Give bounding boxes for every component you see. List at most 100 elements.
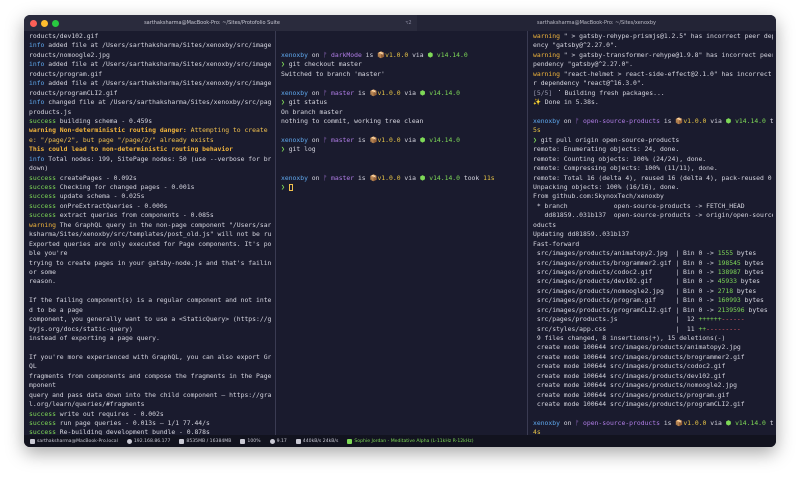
terminal-line: info added file at /Users/sarthaksharma/… — [29, 60, 271, 69]
terminal-line: fragments from components and compose th… — [29, 372, 271, 381]
terminal-text: QL — [29, 362, 37, 371]
terminal-text: git status — [284, 98, 328, 107]
terminal-text: 138987 — [717, 267, 741, 276]
terminal-text: The GraphQL query in the non-page compon… — [55, 220, 271, 229]
terminal-text: git checkout master — [284, 60, 362, 69]
terminal-text: oducts — [533, 220, 557, 229]
terminal-text: --------- — [706, 324, 741, 333]
terminal-line: Fast-forward — [533, 240, 773, 249]
terminal-text: ᚠ master — [323, 88, 355, 97]
terminal-text: 📦v1.0.0 — [377, 50, 409, 59]
terminal-line: Updating dd81859..031b137 — [533, 230, 773, 239]
terminal-line: src/images/products/dev102.gif | Bin 0 -… — [533, 277, 773, 286]
terminal-text: pendency "gatsby@^2.27.0". — [533, 60, 634, 69]
terminal-line: oducts — [533, 221, 773, 230]
terminal-line: roducts/dev102.gif — [29, 32, 271, 41]
terminal-text: d to be a page — [29, 305, 83, 314]
terminal-line: On branch master — [281, 108, 523, 117]
terminal-text: bytes — [740, 296, 764, 305]
terminal-text: bytes — [733, 286, 757, 295]
terminal-text: info — [29, 98, 45, 107]
terminal-pane-git-pull[interactable]: warning " > gatsby-rehype-prismjs@1.2.5"… — [528, 31, 776, 435]
status-battery: 100% — [240, 438, 261, 444]
terminal-text: If the failing component(s) is a regular… — [29, 296, 271, 305]
terminal-line: warning "react-helmet > react-side-effec… — [533, 70, 773, 79]
terminal-text: bytes — [740, 267, 764, 276]
terminal-line: l.org/learn/queries/#fragments — [29, 400, 271, 409]
terminal-line: ❯ git log — [281, 145, 523, 154]
terminal-text: bytes — [740, 258, 764, 267]
terminal-line: products.js — [29, 108, 271, 117]
terminal-text: remote: Compressing objects: 100% (11/11… — [533, 164, 718, 173]
terminal-text: r dependency "react@^16.3.0". — [533, 79, 645, 88]
terminal-text: ⠈ Building fresh packages... — [556, 88, 665, 97]
terminal-line: [5/5] ⠈ Building fresh packages... — [533, 89, 773, 98]
terminal-line: remote: Compressing objects: 100% (11/11… — [533, 164, 773, 173]
terminal-text: ᚠ darkMode — [323, 50, 362, 59]
terminal-text: building schema - 0.459s — [55, 116, 153, 125]
terminal-text: via — [400, 88, 420, 97]
terminal-pane-git[interactable]: xenoxby on ᚠ darkMode is 📦v1.0.0 via ⬢ v… — [276, 31, 526, 435]
terminal-line: success onPreExtractQueries - 0.000s — [29, 202, 271, 211]
terminal-text: ✨ Done in 5.38s. — [533, 98, 599, 107]
terminal-text: roducts/programCLI2.gif — [29, 88, 118, 97]
terminal-line: Unpacking objects: 100% (16/16), done. — [533, 183, 773, 192]
terminal-line: ✨ Done in 5.38s. — [533, 98, 773, 107]
terminal-text: warning — [533, 69, 560, 78]
tab-xenoxby[interactable]: sarthaksharma@MacBook-Pro: ~/Sites/xenox… — [417, 15, 776, 31]
terminal-text: " > gatsby-transformer-rehype@1.9.8" has… — [559, 50, 773, 59]
terminal-text: e: "/page/2", but page "/page/2/" alread… — [29, 135, 214, 144]
terminal-text: success — [29, 192, 56, 201]
terminal-text: ++ — [698, 324, 707, 333]
terminal-text: dd81859..031b137 open-source-products ->… — [533, 211, 773, 220]
terminal-line: src/images/products/program.gif | Bin 0 … — [533, 296, 773, 305]
terminal-pane-gatsby-develop[interactable]: roducts/dev102.gif info added file at /Us… — [24, 31, 274, 435]
status-now-playing: Sophie Jordan - Meditative Alpha (L-11kH… — [347, 438, 474, 444]
terminal-text: added file at /Users/sarthaksharma/Sites… — [44, 41, 271, 50]
terminal-text: 5s — [533, 126, 541, 135]
terminal-line: ❯ git pull origin open-source-products — [533, 136, 773, 145]
terminal-text: changed file at /Users/sarthaksharma/Sit… — [44, 98, 271, 107]
terminal-text: fragments from components and compose th… — [29, 371, 271, 380]
terminal-text: ᚠ open-source-products — [575, 116, 660, 125]
terminal-text: on — [307, 173, 324, 182]
terminal-text: success — [29, 116, 56, 125]
tab-protofolio-suite[interactable]: sarthaksharma@MacBook-Pro: ~/Sites/Proto… — [24, 15, 400, 31]
status-cpu-text: 9.17 — [276, 438, 287, 444]
terminal-text: roducts/nomoogle2.jpg — [29, 50, 110, 59]
terminal-text: ⬢ v14.14.0 — [725, 418, 766, 427]
terminal-line: ❯ git status — [281, 98, 523, 107]
battery-icon — [240, 438, 246, 444]
user-icon — [30, 438, 35, 444]
terminal-text: via — [400, 173, 420, 182]
terminal-line: reason. — [29, 277, 271, 286]
terminal-line: src/images/products/programCLI2.gif | Bi… — [533, 306, 773, 315]
terminal-text: byjs.org/docs/static-query) — [29, 324, 133, 333]
terminal-line: info changed file at /Users/sarthaksharm… — [29, 98, 271, 107]
status-network-text: 440kB/s 24kB/s — [302, 438, 339, 444]
terminal-text: on — [307, 50, 324, 59]
title-bar: sarthaksharma@MacBook-Pro: ~/Sites/Proto… — [24, 15, 776, 31]
terminal-text: create mode 100644 src/images/products/p… — [533, 400, 745, 409]
terminal-text: 📦v1.0.0 — [369, 135, 401, 144]
terminal-text: * branch open-source-products -> FETCH_H… — [533, 201, 745, 210]
terminal-text: remote: Total 16 (delta 4), reused 16 (d… — [533, 173, 772, 182]
memory-icon — [179, 438, 185, 444]
terminal-text: Checking for changed pages - 0.001s — [55, 183, 195, 191]
terminal-text: is — [361, 50, 378, 59]
terminal-text: [5/5] — [533, 88, 557, 97]
terminal-line: If you're more experienced with GraphQL,… — [29, 353, 271, 362]
tab-shortcut-label: ⌥2 — [405, 20, 412, 26]
terminal-text: xenoxby — [533, 418, 560, 427]
terminal-text: xenoxby — [533, 116, 560, 125]
terminal-line: instead of exporting a page query. — [29, 334, 271, 343]
terminal-text: remote: Enumerating objects: 24, done. — [533, 145, 680, 154]
terminal-line: src/images/products/codoc2.gif | Bin 0 -… — [533, 268, 773, 277]
terminal-text: src/pages/products.js | 12 — [533, 315, 699, 324]
terminal-text: Re-building development bundle - 0.878s — [55, 428, 210, 435]
status-host: sarthaksharma@MacBook-Pro.local — [30, 438, 118, 444]
terminal-line: ency "gatsby@^2.27.0". — [533, 41, 773, 50]
